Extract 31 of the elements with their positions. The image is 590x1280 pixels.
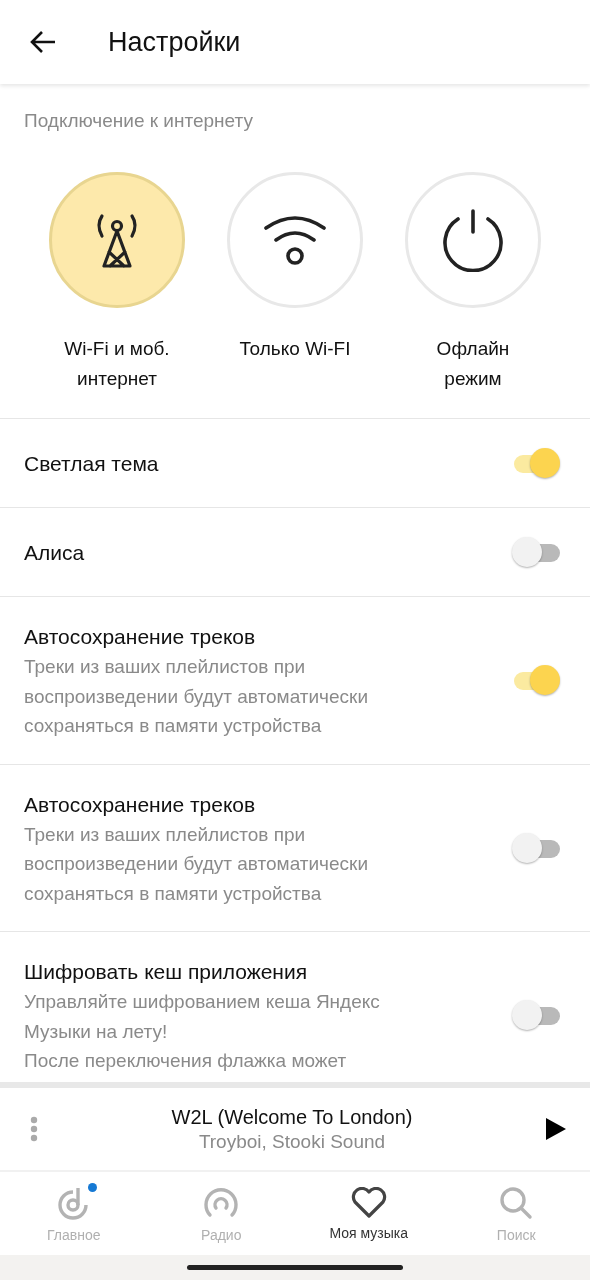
toggle-switch[interactable] [512,537,562,569]
nav-tab[interactable]: Поиск [442,1172,590,1255]
setting-title: Автосохранение треков [24,624,257,650]
play-icon[interactable] [546,1118,566,1140]
option-label: Офлайн режим [435,337,511,391]
setting-title: Светлая тема [24,451,160,477]
setting-description: Треки из ваших плейлистов при воспроизведении будут автоматически сохраняться в памяти устройства [24,655,369,738]
heart-icon [350,1186,387,1219]
setting-description: Треки из ваших плейлистов при воспроизведении будут автоматически сохраняться в памяти устройства [24,822,369,906]
wifi-icon [263,214,327,266]
option-label: Wi-Fi и моб. интернет [63,337,171,391]
nav-tab[interactable]: Главное [0,1172,148,1255]
section-label: Подключение к интернету [23,109,254,132]
back-arrow-icon[interactable] [29,30,57,54]
nav-tab[interactable]: Моя музыка [295,1172,443,1255]
power-icon [442,208,504,272]
setting-title: Алиса [24,540,86,566]
setting-title: Автосохранение треков [24,791,257,818]
toggle-switch[interactable] [512,448,562,480]
track-title: W2L (Welcome To London) [171,1105,413,1129]
setting-description: Управляйте шифрованием кеша Яндекс Музыки на лету! [24,990,381,1044]
setting-title: Шифровать кеш приложения [24,959,309,985]
mini-player[interactable]: W2L (Welcome To London) Troyboi, Stooki Sound [0,1088,590,1172]
more-icon[interactable] [30,1116,38,1142]
setting-description: После переключения флажка может [24,1049,348,1073]
screen-title: Настройки [108,26,241,58]
option-label: Только Wi-FI [238,337,352,361]
search-icon [498,1184,535,1221]
toggle-switch[interactable] [512,832,562,865]
track-artist: Troyboi, Stooki Sound [198,1130,386,1153]
nav-tab[interactable]: Радио [147,1172,295,1255]
